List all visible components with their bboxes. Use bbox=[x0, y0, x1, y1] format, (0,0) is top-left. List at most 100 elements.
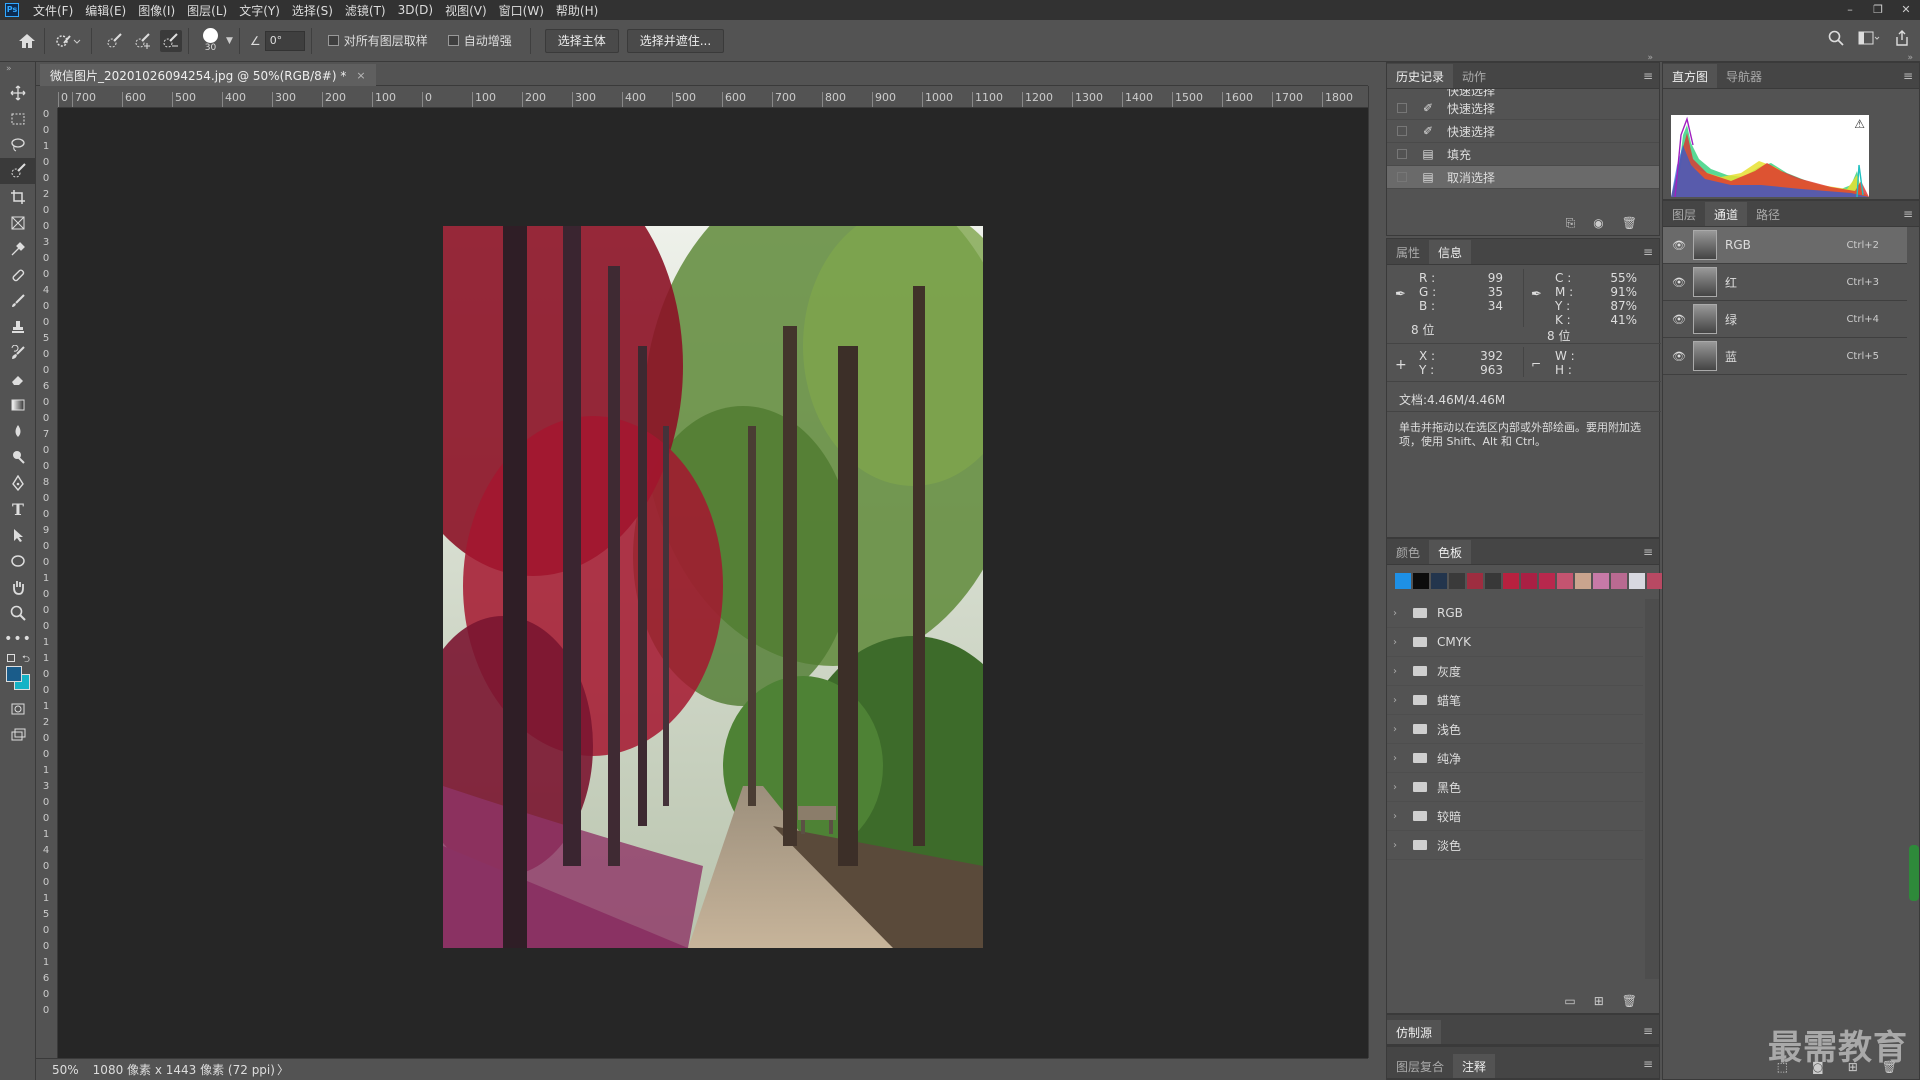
menu-file[interactable]: 文件(F) bbox=[27, 2, 79, 19]
trash-icon[interactable]: 🗑 bbox=[1622, 994, 1637, 1008]
color-swatch[interactable] bbox=[1449, 573, 1465, 589]
brush-tool-icon[interactable] bbox=[0, 288, 36, 314]
menu-select[interactable]: 选择(S) bbox=[286, 2, 339, 19]
minimize-icon[interactable]: – bbox=[1836, 0, 1864, 20]
marquee-tool-icon[interactable] bbox=[0, 106, 36, 132]
menu-filter[interactable]: 滤镜(T) bbox=[339, 2, 392, 19]
foreground-color-swatch[interactable] bbox=[6, 666, 22, 682]
gradient-tool-icon[interactable] bbox=[0, 392, 36, 418]
zoom-tool-icon[interactable] bbox=[0, 600, 36, 626]
history-item[interactable]: ✐ 快速选择 bbox=[1387, 120, 1659, 143]
tab-layers[interactable]: 图层 bbox=[1663, 202, 1705, 226]
color-swatch[interactable] bbox=[1395, 573, 1411, 589]
angle-input[interactable]: 0° bbox=[264, 30, 305, 51]
tab-actions[interactable]: 动作 bbox=[1453, 64, 1495, 88]
history-brush-tool-icon[interactable] bbox=[0, 340, 36, 366]
auto-enhance-checkbox[interactable] bbox=[447, 35, 459, 46]
panel-menu-icon[interactable]: ≡ bbox=[1903, 69, 1913, 83]
workspace-icon[interactable] bbox=[1858, 30, 1880, 49]
swatch-folder[interactable]: › 较暗 bbox=[1387, 802, 1643, 831]
vertical-ruler[interactable]: 0 0 1 0 0 2 0 0 3 0 0 4 0 0 5 0 0 6 0 0 7 0 0 8 0 0 9 0 0 1 0 0 0 1 1 0 0 1 2 0… bbox=[36, 108, 58, 1058]
tab-layer-comps[interactable]: 图层复合 bbox=[1387, 1054, 1453, 1078]
tab-paths[interactable]: 路径 bbox=[1747, 202, 1789, 226]
lasso-tool-icon[interactable] bbox=[0, 132, 36, 158]
channel-row-rgb[interactable]: 👁 RGB Ctrl+2 bbox=[1663, 227, 1907, 264]
new-selection-brush-icon[interactable] bbox=[104, 30, 126, 52]
close-window-icon[interactable]: ✕ bbox=[1892, 0, 1920, 20]
tool-preset-picker-icon[interactable] bbox=[51, 30, 85, 52]
swatch-folder[interactable]: › RGB bbox=[1387, 599, 1643, 628]
swap-colors-icon[interactable]: ⮌ bbox=[22, 652, 30, 669]
color-swatch[interactable] bbox=[1611, 573, 1627, 589]
channel-row-red[interactable]: 👁 红 Ctrl+3 bbox=[1663, 264, 1907, 301]
swatch-folder[interactable]: › 灰度 bbox=[1387, 657, 1643, 686]
tab-notes[interactable]: 注释 bbox=[1453, 1054, 1496, 1078]
canvas-area[interactable] bbox=[58, 108, 1368, 1058]
brush-size-picker[interactable]: 30 bbox=[203, 28, 218, 53]
more-tools-icon[interactable]: ••• bbox=[0, 626, 36, 652]
swatches-scrollbar[interactable] bbox=[1645, 599, 1659, 979]
eye-icon[interactable]: 👁 bbox=[1671, 313, 1687, 326]
tab-info[interactable]: 信息 bbox=[1429, 240, 1472, 264]
panel-menu-icon[interactable]: ≡ bbox=[1643, 545, 1653, 559]
color-swatch[interactable] bbox=[1557, 573, 1573, 589]
color-swatch[interactable] bbox=[1503, 573, 1519, 589]
eraser-tool-icon[interactable] bbox=[0, 366, 36, 392]
pen-tool-icon[interactable] bbox=[0, 470, 36, 496]
tab-color[interactable]: 颜色 bbox=[1387, 540, 1429, 564]
crop-tool-icon[interactable] bbox=[0, 184, 36, 210]
trash-icon[interactable]: 🗑 bbox=[1622, 216, 1637, 230]
menu-image[interactable]: 图像(I) bbox=[132, 2, 181, 19]
swatch-folder[interactable]: › 浅色 bbox=[1387, 715, 1643, 744]
menu-layer[interactable]: 图层(L) bbox=[181, 2, 233, 19]
subtract-from-selection-brush-icon[interactable] bbox=[160, 29, 182, 52]
quick-mask-icon[interactable] bbox=[0, 696, 36, 722]
eye-icon[interactable]: 👁 bbox=[1671, 239, 1687, 252]
move-tool-icon[interactable] bbox=[0, 80, 36, 106]
color-swatch[interactable] bbox=[1521, 573, 1537, 589]
blur-tool-icon[interactable] bbox=[0, 418, 36, 444]
color-swatch[interactable] bbox=[1467, 573, 1483, 589]
eye-icon[interactable]: 👁 bbox=[1671, 276, 1687, 289]
swatch-folder[interactable]: › 淡色 bbox=[1387, 831, 1643, 860]
menu-help[interactable]: 帮助(H) bbox=[550, 2, 604, 19]
share-icon[interactable] bbox=[1894, 30, 1910, 49]
hand-tool-icon[interactable] bbox=[0, 574, 36, 600]
select-and-mask-button[interactable]: 选择并遮住... bbox=[626, 28, 725, 53]
clone-stamp-tool-icon[interactable] bbox=[0, 314, 36, 340]
horizontal-ruler[interactable]: 0 700 600 500 400 300 200 100 0 100 200 300 400 500 60… bbox=[58, 86, 1368, 108]
color-picker[interactable]: ⮌ bbox=[0, 652, 35, 696]
color-swatch[interactable] bbox=[1431, 573, 1447, 589]
select-subject-button[interactable]: 选择主体 bbox=[544, 28, 619, 53]
menu-view[interactable]: 视图(V) bbox=[439, 2, 493, 19]
new-document-from-state-icon[interactable]: ⎘ bbox=[1566, 216, 1576, 231]
swatch-folder[interactable]: › 蜡笔 bbox=[1387, 686, 1643, 715]
new-group-icon[interactable]: ▭ bbox=[1564, 994, 1575, 1008]
history-item[interactable]: ✐ 快速选择 bbox=[1387, 97, 1659, 120]
tab-history[interactable]: 历史记录 bbox=[1387, 64, 1454, 88]
color-swatch[interactable] bbox=[1629, 573, 1645, 589]
menu-type[interactable]: 文字(Y) bbox=[233, 2, 286, 19]
color-swatch[interactable] bbox=[1539, 573, 1555, 589]
menu-edit[interactable]: 编辑(E) bbox=[79, 2, 132, 19]
channel-row-blue[interactable]: 👁 蓝 Ctrl+5 bbox=[1663, 338, 1907, 375]
restore-icon[interactable]: ❐ bbox=[1864, 0, 1892, 20]
color-swatch[interactable] bbox=[1593, 573, 1609, 589]
frame-tool-icon[interactable] bbox=[0, 210, 36, 236]
collapse-toolbar-icon[interactable]: » bbox=[0, 62, 35, 80]
channel-row-green[interactable]: 👁 绿 Ctrl+4 bbox=[1663, 301, 1907, 338]
eyedropper-tool-icon[interactable] bbox=[0, 236, 36, 262]
chevron-down-icon[interactable]: ▼ bbox=[226, 36, 233, 46]
history-item[interactable]: ▤ 填充 bbox=[1387, 143, 1659, 166]
swatch-folder[interactable]: › CMYK bbox=[1387, 628, 1643, 657]
tab-channels[interactable]: 通道 bbox=[1705, 202, 1748, 226]
menu-3d[interactable]: 3D(D) bbox=[392, 3, 439, 17]
tab-clone-source[interactable]: 仿制源 bbox=[1387, 1020, 1442, 1044]
color-swatch[interactable] bbox=[1485, 573, 1501, 589]
document-image[interactable] bbox=[443, 226, 983, 948]
ruler-origin[interactable] bbox=[36, 86, 58, 108]
new-swatch-icon[interactable]: ⊞ bbox=[1594, 994, 1604, 1008]
swatch-folder[interactable]: › 纯净 bbox=[1387, 744, 1643, 773]
swatch-folder[interactable]: › 黑色 bbox=[1387, 773, 1643, 802]
tab-histogram[interactable]: 直方图 bbox=[1663, 64, 1718, 88]
